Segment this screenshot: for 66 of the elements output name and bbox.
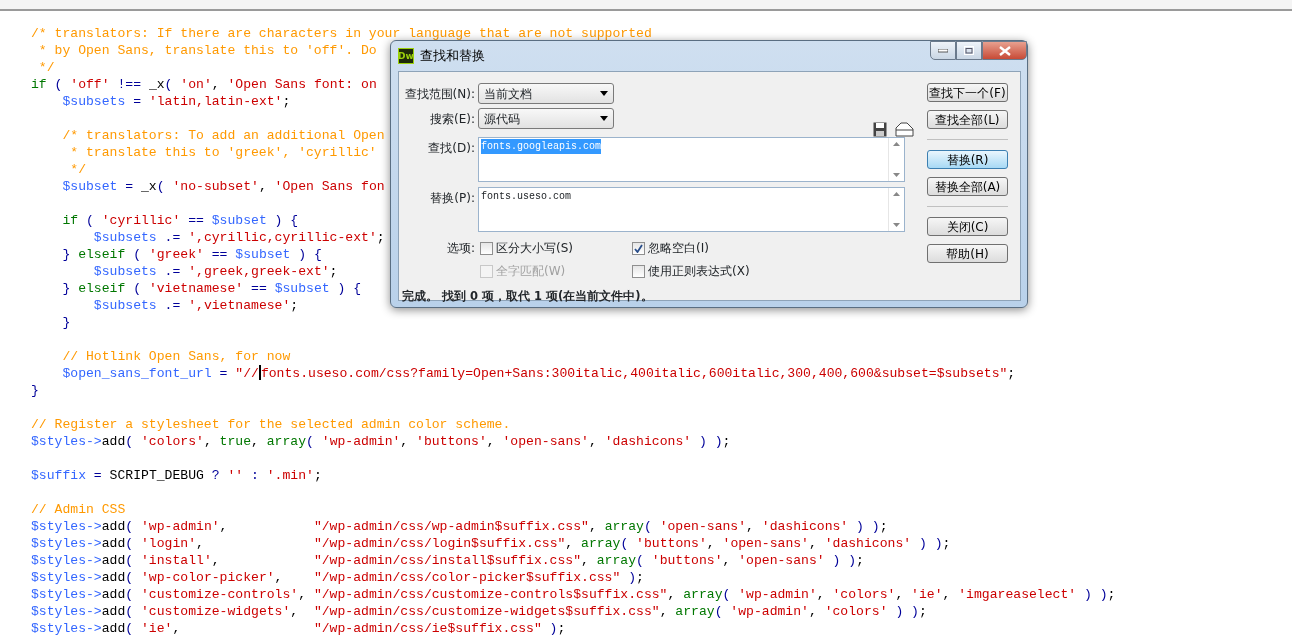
dialog-title: 查找和替换 bbox=[420, 47, 485, 66]
code-line: } bbox=[31, 382, 39, 399]
code-line: $styles->add( 'ie', "/wp-admin/css/ie$suffix.css" ); bbox=[31, 620, 566, 637]
text-cursor bbox=[258, 365, 261, 380]
code-line: } bbox=[61, 314, 71, 331]
code-line: $suffix = SCRIPT_DEBUG ? '' : '.min'; bbox=[31, 467, 322, 484]
status-message: 完成。 找到 0 项，取代 1 项(在当前文件中)。 bbox=[402, 288, 654, 305]
code-line: $subset = _x( 'no-subset', 'Open Sans fon bbox=[61, 178, 385, 195]
code-line: $styles->add( 'install', "/wp-admin/css/install$suffix.css", array( 'buttons', 'open-sans' ) ); bbox=[31, 552, 864, 569]
field-label: 替换(P): bbox=[429, 190, 476, 207]
dialog-button[interactable]: 关闭(C) bbox=[927, 217, 1008, 236]
code-line: $subsets = 'latin,latin-ext'; bbox=[61, 93, 291, 110]
text-area[interactable]: fonts.useso.com bbox=[478, 187, 905, 232]
dialog-button[interactable]: 替换(R) bbox=[927, 150, 1008, 169]
scroll-up-icon[interactable] bbox=[893, 142, 900, 146]
code-line: $open_sans_font_url = "//fonts.useso.com/css?family=Open+Sans:300italic,400italic,600italic,300,400,600&subset=$subsets"; bbox=[61, 365, 1016, 382]
code-line: $subsets .= ',greek,greek-ext'; bbox=[92, 263, 338, 280]
code-line: /* translators: If there are characters in your language that are not supported bbox=[31, 25, 652, 42]
minimize-button[interactable] bbox=[930, 41, 956, 60]
code-line: // Admin CSS bbox=[31, 501, 126, 518]
field-label: 选项: bbox=[445, 240, 476, 257]
field-label: 查找范围(N): bbox=[403, 85, 476, 103]
code-line: } elseif ( 'greek' == $subset ) { bbox=[61, 246, 322, 263]
field-label: 查找(D): bbox=[427, 140, 476, 157]
code-line: $styles->add( 'customize-widgets', "/wp-admin/css/customize-widgets$suffix.css", array( 'wp-admin', 'colors' ) ); bbox=[31, 603, 927, 620]
scroll-down-icon[interactable] bbox=[893, 223, 900, 227]
checkbox[interactable]: 使用正则表达式(X) bbox=[632, 262, 792, 280]
dropdown[interactable]: 当前文档 bbox=[478, 83, 614, 104]
field-label: 搜索(E): bbox=[429, 110, 476, 128]
dropdown[interactable]: 源代码 bbox=[478, 108, 614, 129]
code-line: $styles->add( 'wp-admin', "/wp-admin/css/wp-admin$suffix.css", array( 'open-sans', 'dashicons' ) ); bbox=[31, 518, 888, 535]
check-icon bbox=[634, 243, 643, 253]
caret-icon bbox=[600, 91, 608, 96]
code-line: * by Open Sans, translate this to 'off'. Do bbox=[37, 42, 377, 59]
dialog-button[interactable]: 替换全部(A) bbox=[927, 177, 1008, 196]
code-line: $styles->add( 'login', "/wp-admin/css/login$suffix.css", array( 'buttons', 'open-sans', 'dashicons' ) ); bbox=[31, 535, 951, 552]
code-line: /* translators: To add an additional Open bbox=[61, 127, 385, 144]
code-line: $subsets .= ',cyrillic,cyrillic-ext'; bbox=[92, 229, 385, 246]
dialog-button[interactable]: 查找全部(L) bbox=[927, 110, 1008, 129]
code-line: $subsets .= ',vietnamese'; bbox=[92, 297, 299, 314]
close-button[interactable] bbox=[982, 41, 1027, 60]
dialog-button[interactable]: 帮助(H) bbox=[927, 244, 1008, 263]
app-icon: Dw bbox=[398, 48, 414, 64]
code-line: // Hotlink Open Sans, for now bbox=[61, 348, 291, 365]
maximize-button[interactable] bbox=[956, 41, 982, 60]
maximize-icon bbox=[964, 46, 974, 55]
folder-icon[interactable] bbox=[895, 122, 914, 137]
code-line: if ( 'off' !== _x( 'on', 'Open Sans font: on bbox=[31, 76, 377, 93]
code-line: $styles->add( 'colors', true, array( 'wp-admin', 'buttons', 'open-sans', 'dashicons' ) ); bbox=[31, 433, 731, 450]
code-line: */ bbox=[69, 161, 86, 178]
code-line: $styles->add( 'customize-controls', "/wp-admin/css/customize-controls$suffix.css", array( 'wp-admin', 'colors', 'ie', 'imgareaselect' ) ); bbox=[31, 586, 1116, 603]
code-line: $styles->add( 'wp-color-picker', "/wp-admin/css/color-picker$suffix.css" ); bbox=[31, 569, 644, 586]
scroll-up-icon[interactable] bbox=[893, 192, 900, 196]
caret-icon bbox=[600, 116, 608, 121]
code-line: } elseif ( 'vietnamese' == $subset ) { bbox=[61, 280, 362, 297]
minimize-icon bbox=[938, 48, 948, 53]
dialog-button[interactable]: 查找下一个(F) bbox=[927, 83, 1008, 102]
close-icon bbox=[998, 45, 1011, 56]
code-line: * translate this to 'greek', 'cyrillic' bbox=[69, 144, 377, 161]
checkbox[interactable]: 区分大小写(S) bbox=[480, 239, 632, 257]
save-icon[interactable] bbox=[873, 122, 887, 137]
code-line: */ bbox=[37, 59, 55, 76]
scroll-down-icon[interactable] bbox=[893, 173, 900, 177]
checkbox[interactable]: 忽略空白(I) bbox=[632, 239, 792, 257]
code-line: if ( 'cyrillic' == $subset ) { bbox=[61, 212, 299, 229]
code-line: // Register a stylesheet for the selected admin color scheme. bbox=[31, 416, 511, 433]
